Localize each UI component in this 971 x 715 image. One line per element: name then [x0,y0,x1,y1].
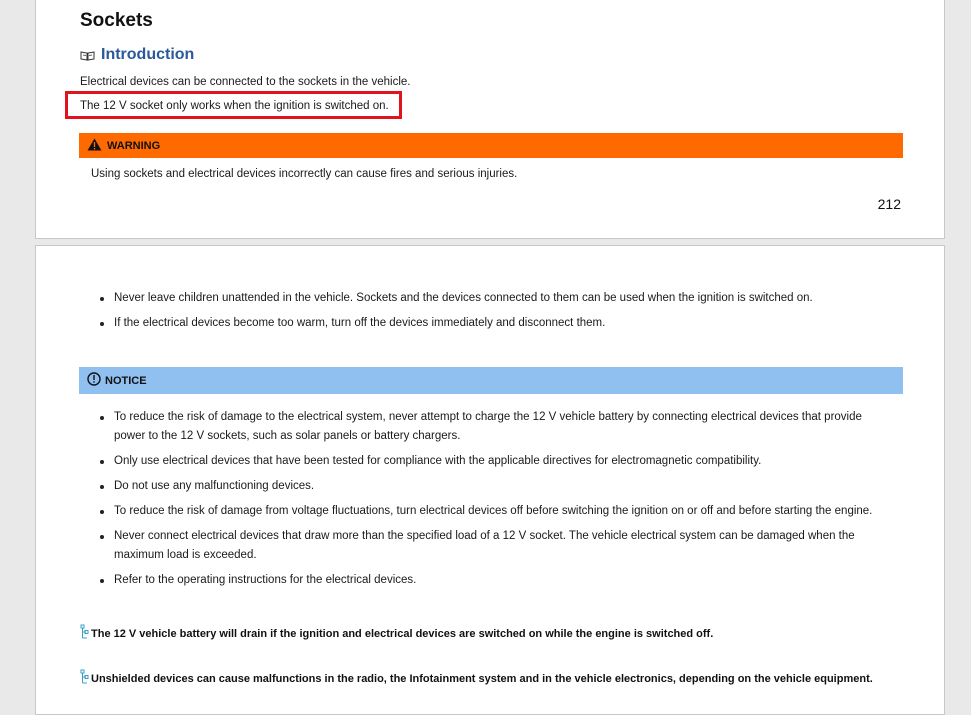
section-heading: Sockets [80,10,153,31]
notice-label: NOTICE [105,374,147,387]
page-number: 212 [877,196,901,212]
list-item: If the electrical devices become too war… [80,314,880,333]
list-item: To reduce the risk of damage from voltag… [80,502,880,521]
warning-label: WARNING [107,139,161,152]
note-text: Unshielded devices can cause malfunction… [91,672,873,685]
list-item: Never connect electrical devices that dr… [80,527,880,565]
list-item: Refer to the operating instructions for … [80,571,880,590]
document-page-2: Never leave children unattended in the v… [35,245,945,715]
list-item: Never leave children unattended in the v… [80,289,880,308]
list-item: Do not use any malfunctioning devices. [80,477,880,496]
environment-note: The 12 V vehicle battery will drain if t… [80,624,713,643]
book-icon [80,50,95,61]
warning-bullet-list: Never leave children unattended in the v… [80,289,880,339]
list-item: Only use electrical devices that have be… [80,452,880,471]
document-page-1: Sockets Introduction Electrical devices … [35,0,945,239]
environment-note-icon [80,624,91,643]
subsection-title: Introduction [101,46,195,63]
warning-bar: WARNING [79,133,903,158]
warning-triangle-icon [87,138,107,154]
subsection-heading: Introduction [80,46,194,64]
notice-bar: NOTICE [79,367,903,394]
environment-note: Unshielded devices can cause malfunction… [80,669,873,688]
intro-paragraph: Electrical devices can be connected to t… [80,76,411,88]
environment-note-icon [80,669,91,688]
warning-text: Using sockets and electrical devices inc… [91,168,518,180]
ignition-paragraph: The 12 V socket only works when the igni… [80,100,389,112]
note-text: The 12 V vehicle battery will drain if t… [91,627,714,640]
notice-circle-icon [87,372,105,389]
notice-bullet-list: To reduce the risk of damage to the elec… [80,408,880,596]
list-item: To reduce the risk of damage to the elec… [80,408,880,446]
